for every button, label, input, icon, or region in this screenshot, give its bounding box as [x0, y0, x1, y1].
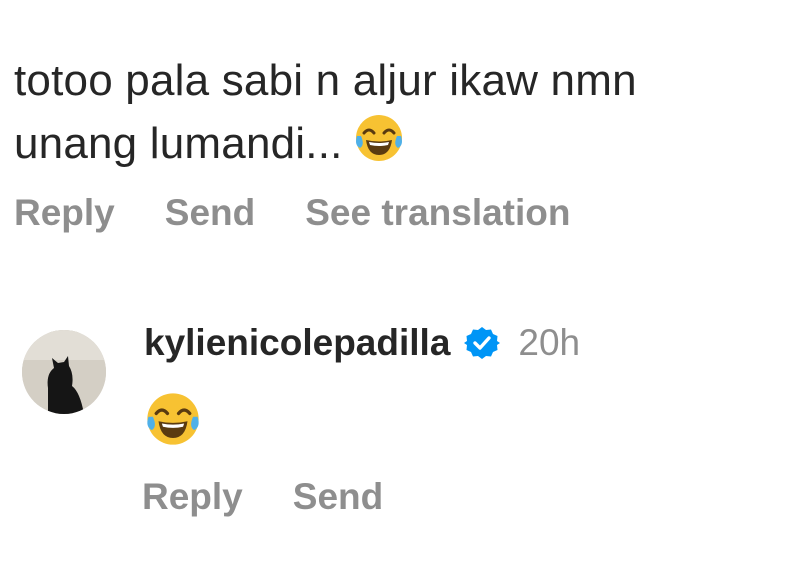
comment-text-line1: totoo pala sabi n aljur ikaw nmn [14, 56, 637, 105]
reply-header: kylienicolepadilla 20h [144, 318, 580, 368]
face-with-tears-of-joy-icon [144, 390, 580, 453]
reply-button[interactable]: Reply [142, 476, 243, 518]
timestamp: 20h [518, 322, 581, 363]
send-button[interactable]: Send [165, 192, 255, 234]
face-with-tears-of-joy-icon [353, 112, 405, 181]
see-translation-button[interactable]: See translation [305, 192, 570, 234]
reply-actions: Reply Send [142, 476, 433, 518]
comment-text: totoo pala sabi n aljur ikaw nmn unang l… [14, 50, 784, 181]
comment-actions: Reply Send See translation [14, 192, 621, 234]
reply-body: kylienicolepadilla 20h [144, 318, 580, 453]
comment-text-line2: unang lumandi... [14, 119, 343, 168]
verified-badge-icon [464, 325, 501, 361]
send-button[interactable]: Send [293, 476, 383, 518]
username[interactable]: kylienicolepadilla [144, 322, 450, 364]
comment: totoo pala sabi n aljur ikaw nmn unang l… [14, 50, 784, 181]
reply-button[interactable]: Reply [14, 192, 115, 234]
avatar[interactable] [22, 330, 106, 414]
